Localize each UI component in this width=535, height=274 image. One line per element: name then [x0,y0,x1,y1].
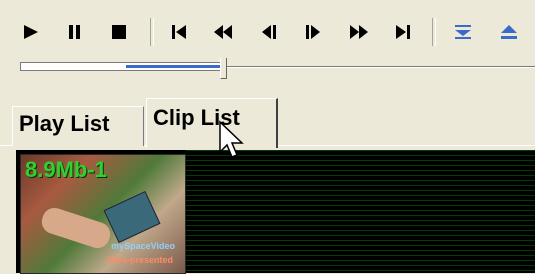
play-button[interactable] [20,22,42,42]
list-tabs: Play List Clip List [0,98,535,150]
clip-watermark-sub: Ultra-presented [106,255,173,265]
skip-to-start-icon [172,25,186,39]
stop-icon [112,25,126,39]
clip-watermark: mySpaceVideo [111,241,175,251]
thumbnail-image-hand [38,204,114,252]
seek-track-remaining [224,66,535,68]
seek-bar[interactable] [16,58,535,79]
thumbnail-image-tool [103,190,161,244]
toolbar-separator [432,18,436,46]
download-icon [455,25,471,39]
media-toolbar [0,0,535,52]
fast-forward-icon [350,25,368,39]
pause-icon [69,25,80,39]
eject-button[interactable] [498,22,520,42]
rewind-icon [214,25,232,39]
clip-thumbnail[interactable]: 8.9Mb-1 mySpaceVideo Ultra-presented [20,154,186,274]
fast-forward-button[interactable] [348,22,370,42]
skip-to-end-icon [396,25,410,39]
step-forward-icon [306,25,320,39]
stop-button[interactable] [108,22,130,42]
clip-list-area [186,150,535,273]
skip-to-start-button[interactable] [168,22,190,42]
tab-play-list[interactable]: Play List [12,106,144,146]
rewind-button[interactable] [212,22,234,42]
seek-progress [126,65,222,68]
skip-to-end-button[interactable] [392,22,414,42]
clip-list-panel: 8.9Mb-1 mySpaceVideo Ultra-presented [16,150,535,274]
pause-button[interactable] [64,22,86,42]
step-back-icon [262,25,276,39]
clip-label: 8.9Mb-1 [25,157,107,182]
download-button[interactable] [452,22,474,42]
eject-icon [501,25,517,39]
tab-clip-list[interactable]: Clip List [146,98,278,148]
step-back-button[interactable] [258,22,280,42]
play-icon [24,25,38,39]
toolbar-separator [150,18,154,46]
step-forward-button[interactable] [302,22,324,42]
seek-handle[interactable] [220,58,227,79]
